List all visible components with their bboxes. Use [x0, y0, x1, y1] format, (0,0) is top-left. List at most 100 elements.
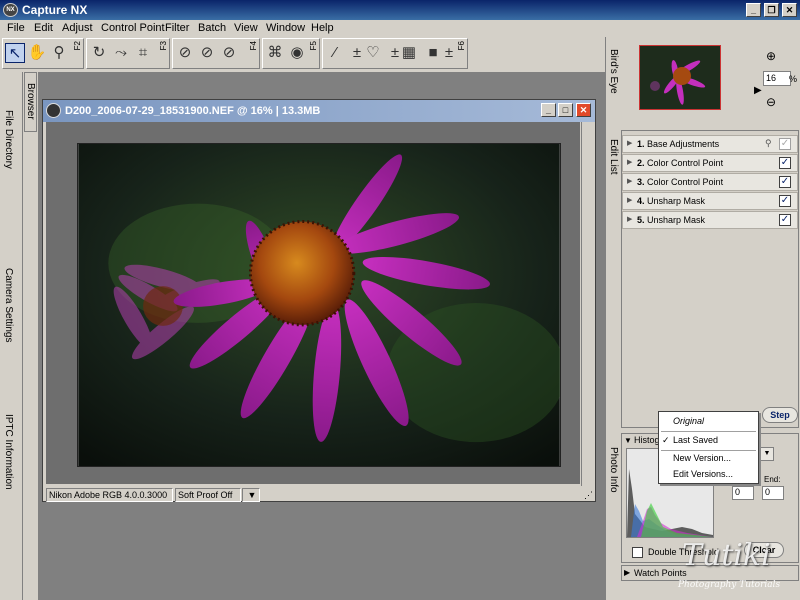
edit-step-2[interactable]: ▶ 2. Color Control Point ✓: [622, 154, 798, 172]
toolbar-group-transform: ↻ ⤳ ⌗ F3: [86, 38, 170, 69]
channel-dropdown-icon[interactable]: ▼: [760, 447, 774, 461]
expand-arrow-icon[interactable]: ▶: [627, 196, 632, 204]
image-window: D200_2006-07-29_18531900.NEF @ 16% | 13.…: [42, 99, 596, 502]
menu-control-point[interactable]: Control Point: [101, 22, 165, 34]
image-maximize-button[interactable]: □: [558, 103, 573, 117]
watermark: Tutiki: [682, 538, 771, 573]
f6-label: F6: [457, 41, 466, 51]
rotate-icon[interactable]: ↻: [89, 43, 109, 63]
edit-step-1[interactable]: ▶ 1. Base Adjustments ⚲ ✓: [622, 135, 798, 153]
end-label: End:: [764, 475, 781, 484]
tab-edit-list[interactable]: Edit List: [608, 139, 619, 175]
toolbar-group-retouch: ⌘ ◉ F5: [262, 38, 320, 69]
menu-view[interactable]: View: [234, 22, 258, 34]
image-minimize-button[interactable]: _: [541, 103, 556, 117]
close-button[interactable]: ✕: [782, 3, 797, 17]
menu-file[interactable]: File: [7, 22, 25, 34]
expand-arrow-icon[interactable]: ▶: [627, 158, 632, 166]
lasso-icon[interactable]: ♡: [363, 43, 383, 63]
brush-icon[interactable]: ⁄: [325, 43, 345, 63]
version-popup-menu: Original ✓ Last Saved New Version... Edi…: [658, 411, 759, 484]
toolbar: ↖ ✋ ⚲ F2 ↻ ⤳ ⌗ F3 ⊘ ⊘ ⊘ F4 ⌘ ◉ F5 ⁄ ± ♡ …: [0, 37, 470, 70]
edit-step-4-checkbox[interactable]: ✓: [779, 195, 791, 207]
crop-icon[interactable]: ⌗: [133, 43, 153, 63]
menu-batch[interactable]: Batch: [198, 22, 226, 34]
tab-file-directory[interactable]: File Directory: [3, 110, 14, 169]
auto-retouch-icon[interactable]: ◉: [287, 43, 307, 63]
image-window-title: D200_2006-07-29_18531900.NEF @ 16% | 13.…: [65, 105, 321, 117]
f2-label: F2: [73, 41, 82, 51]
tab-iptc-information[interactable]: IPTC Information: [3, 414, 14, 490]
menu-edit[interactable]: Edit: [34, 22, 53, 34]
zoom-in-icon[interactable]: ⊕: [766, 49, 776, 63]
image-status-bar: Nikon Adobe RGB 4.0.0.3000 Soft Proof Of…: [46, 488, 594, 502]
straighten-icon[interactable]: ⤳: [111, 43, 131, 63]
neutral-control-point-icon[interactable]: ⊘: [197, 43, 217, 63]
edit-list-panel: ▶ 1. Base Adjustments ⚲ ✓ ▶ 2. Color Con…: [621, 130, 799, 428]
link-icon: ⚲: [765, 138, 772, 148]
image-canvas[interactable]: [46, 122, 580, 484]
resize-grip-icon[interactable]: ⋰: [584, 490, 593, 501]
birds-eye-thumbnail[interactable]: [639, 45, 721, 110]
menu-separator: [661, 431, 756, 432]
hand-tool-icon[interactable]: ✋: [27, 43, 47, 63]
menu-item-new-version[interactable]: New Version...: [659, 451, 758, 466]
menu-filter[interactable]: Filter: [165, 22, 189, 34]
zoom-out-icon[interactable]: ⊖: [766, 95, 776, 109]
menu-help[interactable]: Help: [311, 22, 334, 34]
menu-item-original[interactable]: Original: [659, 414, 758, 429]
soft-proof-dropdown-icon[interactable]: ▼: [242, 488, 260, 502]
checkmark-icon: ✓: [662, 435, 670, 445]
expand-arrow-icon[interactable]: ▶: [627, 177, 632, 185]
flower-photo: [77, 143, 561, 467]
image-close-button[interactable]: ✕: [576, 103, 591, 117]
tab-camera-settings[interactable]: Camera Settings: [3, 268, 14, 342]
f3-label: F3: [159, 41, 168, 51]
edit-step-4[interactable]: ▶ 4. Unsharp Mask ✓: [622, 192, 798, 210]
histogram-collapse-icon[interactable]: ▼: [624, 436, 632, 445]
menu-adjust[interactable]: Adjust: [62, 22, 93, 34]
tab-photo-info[interactable]: Photo Info: [608, 447, 619, 493]
tab-browser[interactable]: Browser: [24, 72, 37, 132]
image-vertical-scrollbar[interactable]: [581, 122, 595, 486]
maximize-button[interactable]: ❐: [764, 3, 779, 17]
black-control-point-icon[interactable]: ⊘: [175, 43, 195, 63]
menu-window[interactable]: Window: [266, 22, 305, 34]
fill-plus-minus-icon[interactable]: ±: [439, 43, 459, 63]
direct-select-tool-icon[interactable]: ↖: [5, 43, 25, 63]
edit-step-1-checkbox[interactable]: ✓: [779, 138, 791, 150]
zoom-tool-icon[interactable]: ⚲: [49, 43, 69, 63]
menu-item-edit-versions[interactable]: Edit Versions...: [659, 467, 758, 482]
threshold-start-input[interactable]: 0: [732, 486, 754, 500]
birds-eye-preview: [640, 46, 720, 109]
expand-arrow-icon[interactable]: ▶: [627, 215, 632, 223]
zoom-slider-pointer-icon[interactable]: ▶: [754, 85, 762, 96]
step-button[interactable]: Step: [762, 407, 798, 423]
tab-browser-label: Browser: [25, 83, 36, 120]
f5-label: F5: [309, 41, 318, 51]
watch-points-expand-icon[interactable]: ▶: [624, 568, 630, 577]
edit-step-3[interactable]: ▶ 3. Color Control Point ✓: [622, 173, 798, 191]
left-sidebar: File Directory Camera Settings IPTC Info…: [0, 72, 23, 600]
tab-birds-eye[interactable]: Bird's Eye: [608, 49, 619, 94]
minimize-button[interactable]: _: [746, 3, 761, 17]
white-control-point-icon[interactable]: ⊘: [219, 43, 239, 63]
edit-step-5[interactable]: ▶ 5. Unsharp Mask ✓: [622, 211, 798, 229]
camera-icon: [46, 103, 61, 118]
image-window-title-bar[interactable]: D200_2006-07-29_18531900.NEF @ 16% | 13.…: [43, 100, 595, 122]
edit-step-2-checkbox[interactable]: ✓: [779, 157, 791, 169]
app-title: Capture NX: [22, 3, 88, 17]
menu-item-last-saved[interactable]: ✓ Last Saved: [659, 433, 758, 448]
threshold-end-input[interactable]: 0: [762, 486, 784, 500]
red-eye-icon[interactable]: ⌘: [265, 43, 285, 63]
gradient-icon[interactable]: ▦: [399, 43, 419, 63]
soft-proof-select[interactable]: Soft Proof Off: [175, 488, 241, 502]
edit-step-3-checkbox[interactable]: ✓: [779, 176, 791, 188]
toolbar-group-navigation: ↖ ✋ ⚲ F2: [2, 38, 84, 69]
f4-label: F4: [249, 41, 258, 51]
expand-arrow-icon[interactable]: ▶: [627, 139, 632, 147]
double-threshold-checkbox[interactable]: [632, 547, 643, 558]
edit-step-5-checkbox[interactable]: ✓: [779, 214, 791, 226]
zoom-input[interactable]: 16: [763, 71, 791, 86]
menu-bar: File Edit Adjust Control Point Filter Ba…: [0, 20, 800, 37]
